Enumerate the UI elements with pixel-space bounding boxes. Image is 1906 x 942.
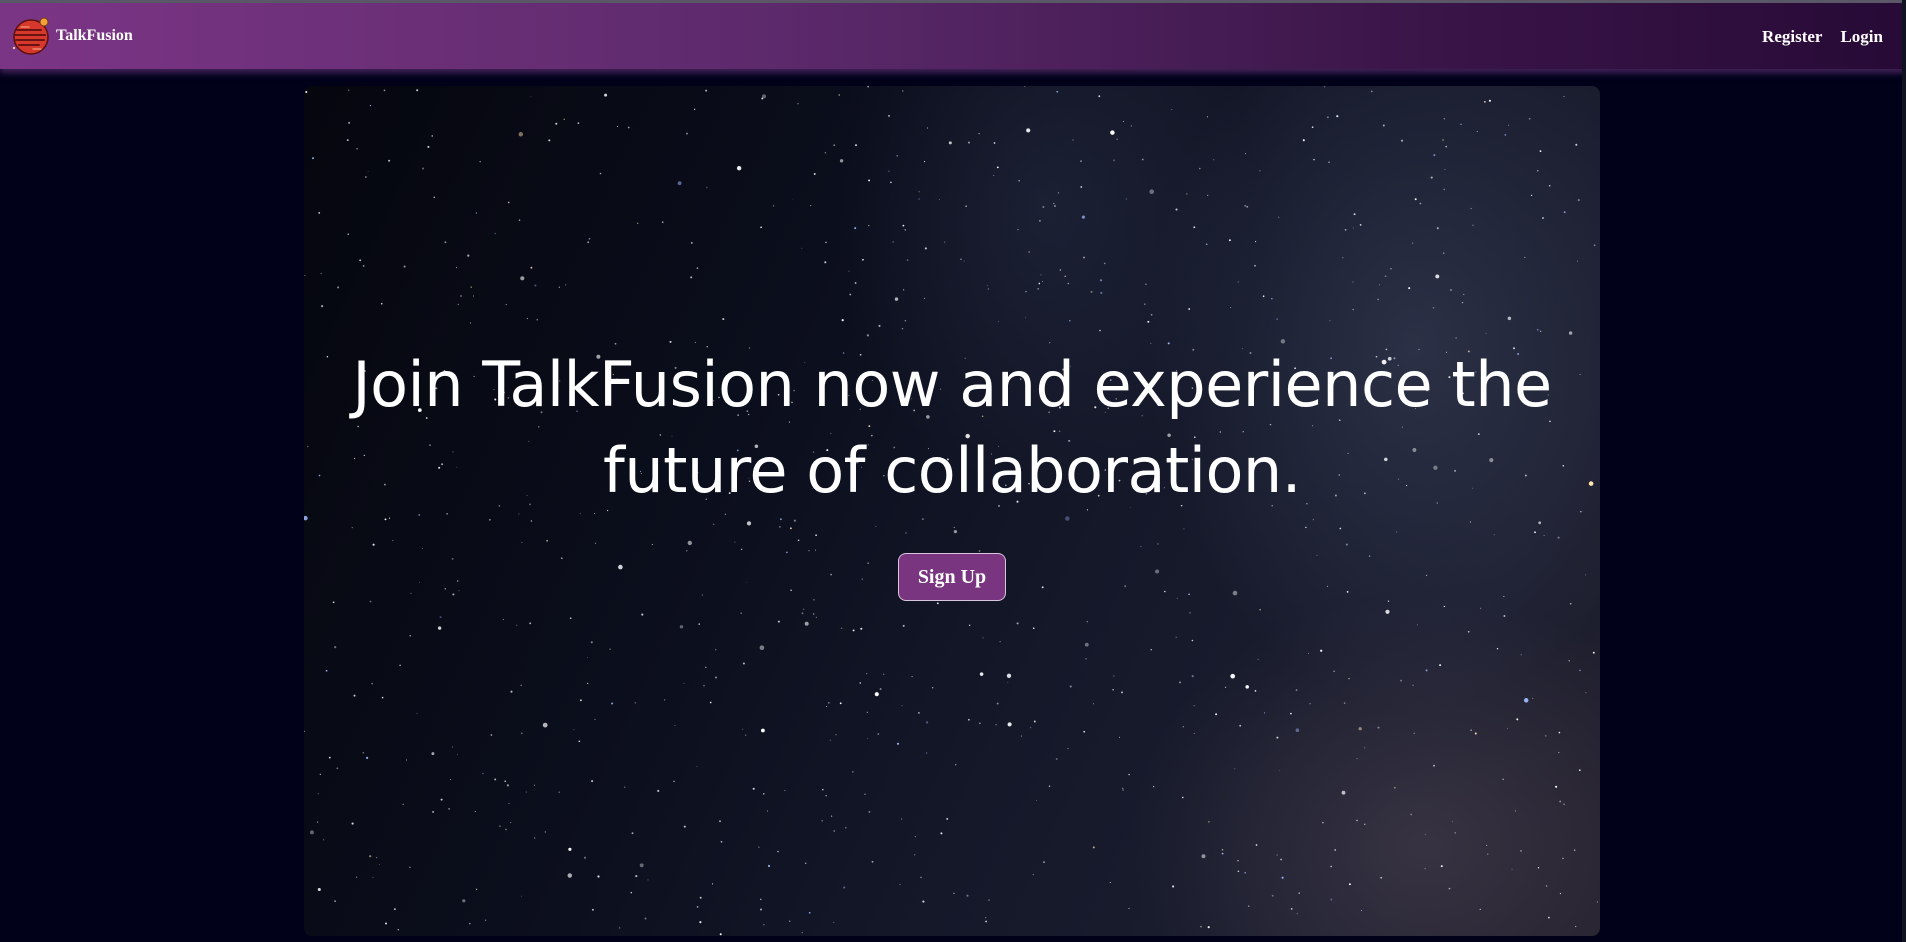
register-link[interactable]: Register bbox=[1762, 27, 1822, 47]
brand-link[interactable]: TalkFusion bbox=[11, 15, 133, 57]
hero-headline-text: Join TalkFusion now and experience the f… bbox=[352, 348, 1552, 507]
scrollbar-gutter bbox=[1902, 0, 1906, 942]
sign-up-button[interactable]: Sign Up bbox=[898, 553, 1006, 601]
hero-headline: Join TalkFusion now and experience the f… bbox=[304, 342, 1600, 514]
nav-links: Register Login bbox=[1762, 27, 1883, 47]
brand-name: TalkFusion bbox=[56, 27, 133, 44]
navbar: TalkFusion Register Login bbox=[0, 3, 1906, 69]
hero-section: Join TalkFusion now and experience the f… bbox=[304, 86, 1600, 936]
planet-logo-icon bbox=[12, 17, 49, 55]
login-link[interactable]: Login bbox=[1840, 27, 1883, 47]
